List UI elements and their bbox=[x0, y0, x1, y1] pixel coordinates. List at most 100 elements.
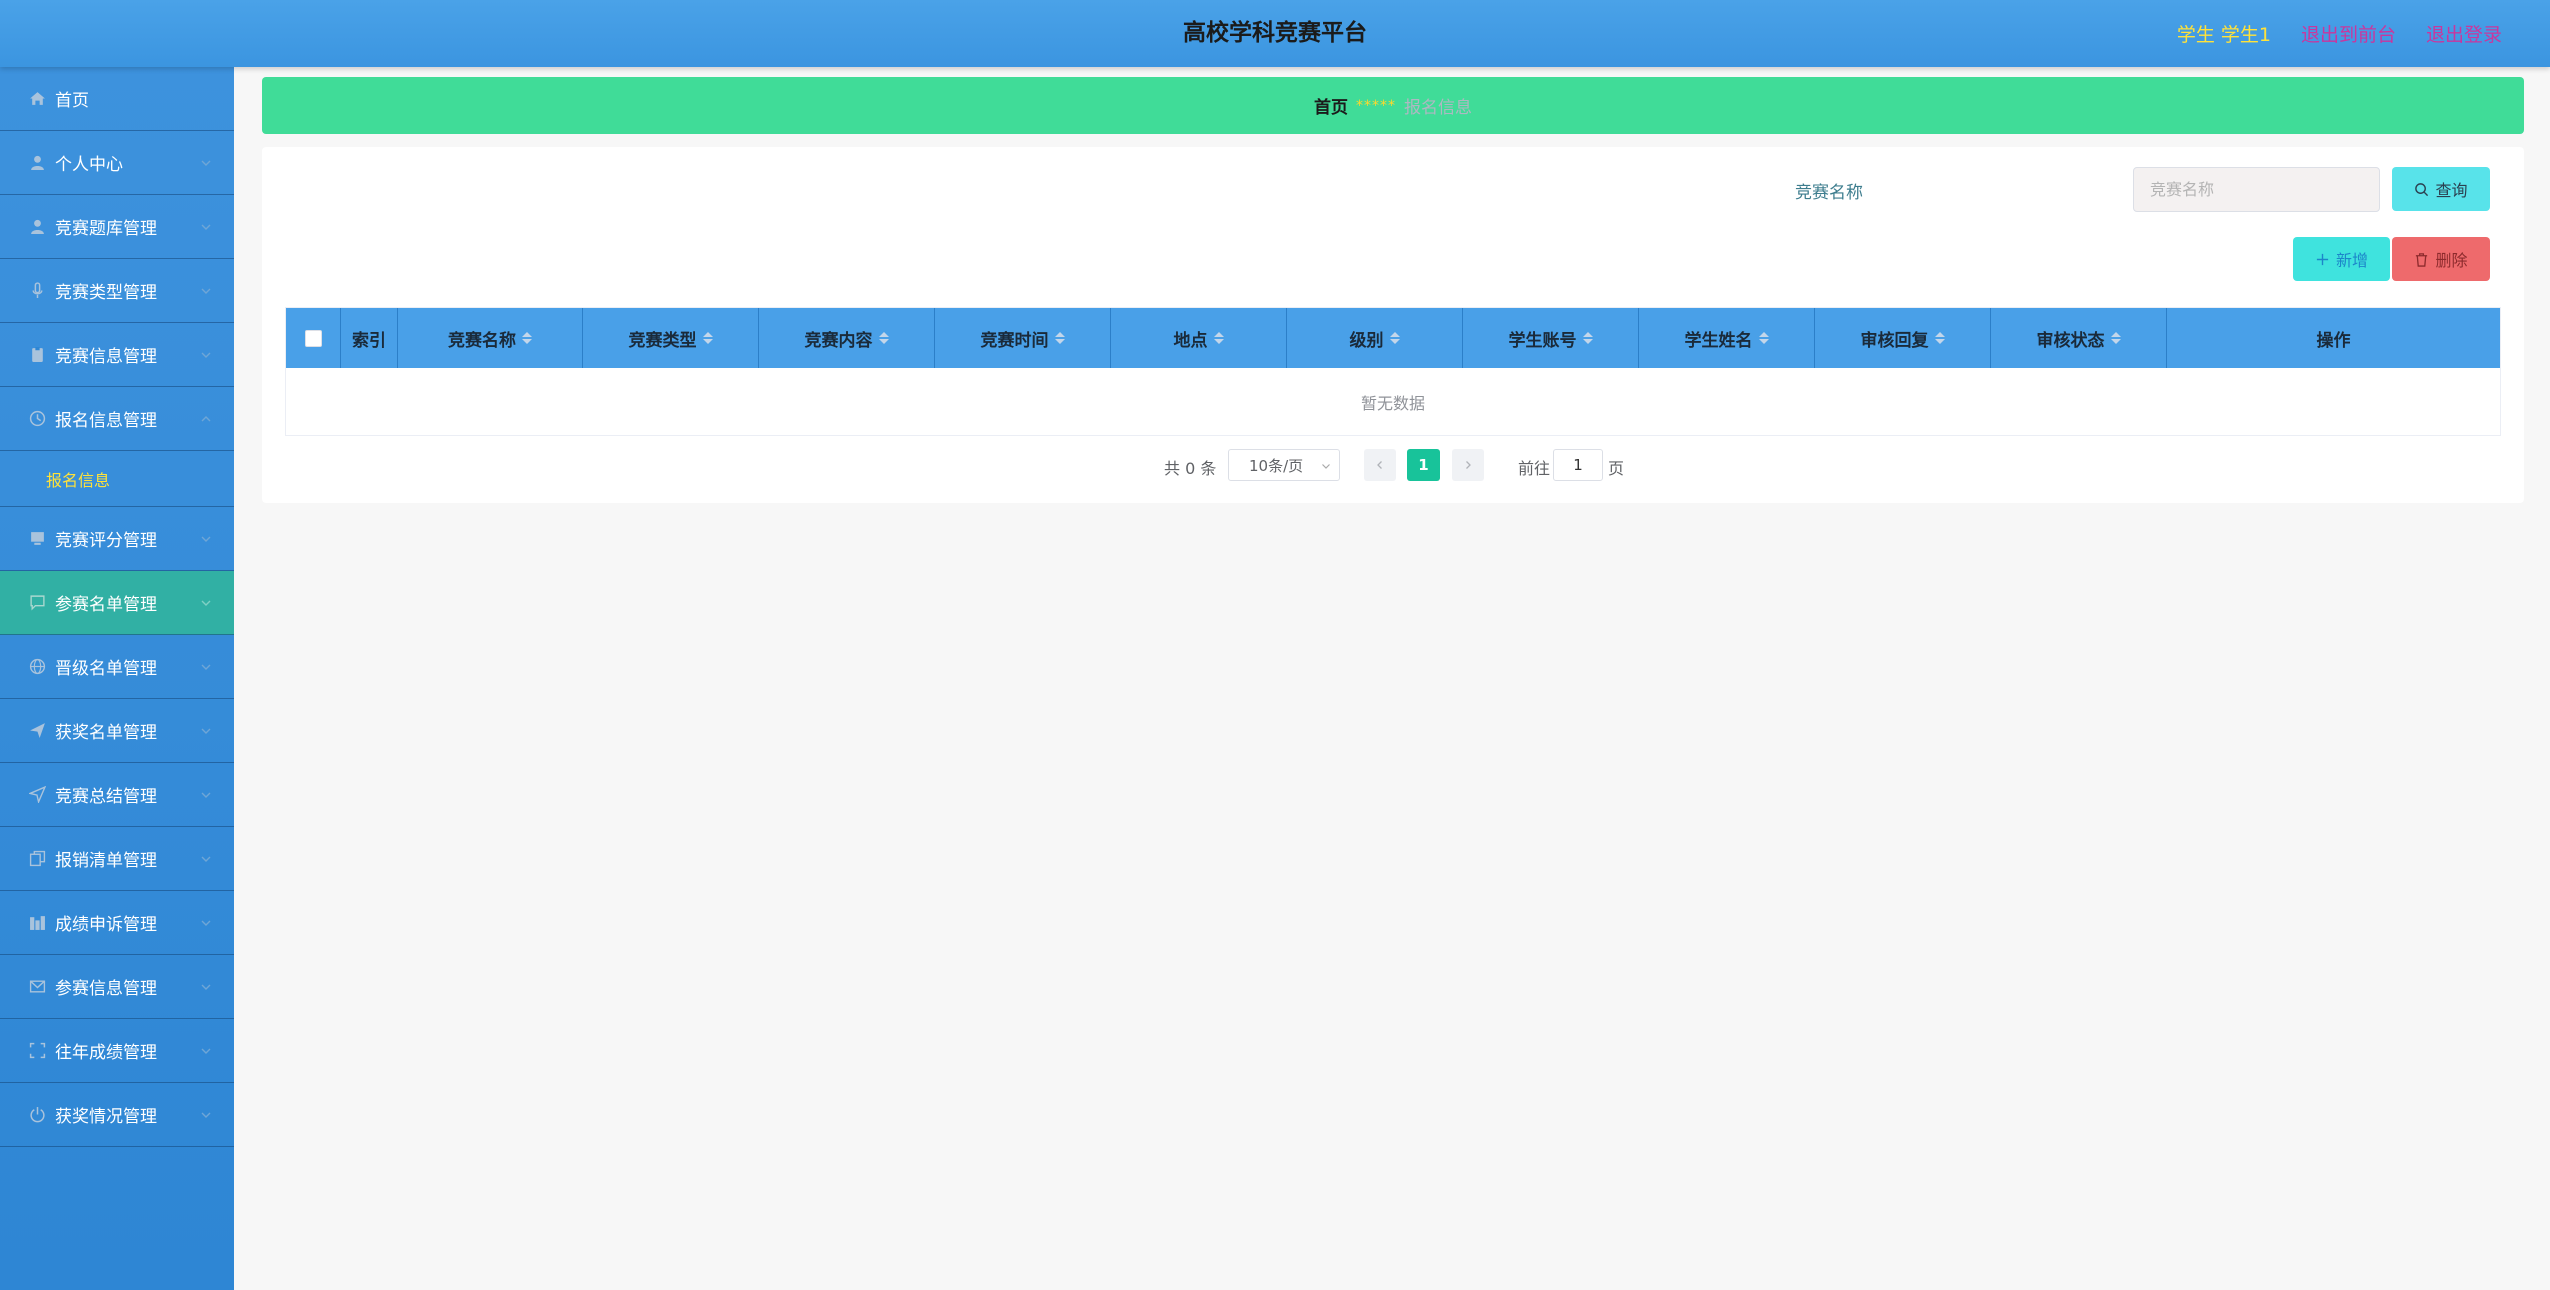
delete-button-label: 删除 bbox=[2435, 253, 2468, 270]
breadcrumb-current: 报名信息 bbox=[1404, 98, 1472, 118]
goto-label: 前往 bbox=[1518, 459, 1551, 478]
breadcrumb-home[interactable]: 首页 bbox=[1314, 93, 1348, 118]
sidebar-item-label: 获奖情况管理 bbox=[55, 1107, 157, 1127]
sidebar-item-label: 报销清单管理 bbox=[55, 851, 157, 871]
sidebar-item-scoring[interactable]: 竞赛评分管理 bbox=[0, 507, 234, 571]
chevron-down-icon bbox=[201, 984, 211, 990]
home-icon bbox=[28, 90, 46, 108]
chevron-down-icon bbox=[201, 352, 211, 358]
sidebar-item-question-bank[interactable]: 竞赛题库管理 bbox=[0, 195, 234, 259]
chevron-down-icon bbox=[201, 224, 211, 230]
search-label: 竞赛名称 bbox=[1795, 183, 1863, 203]
chevron-down-icon bbox=[201, 664, 211, 670]
query-button[interactable]: 查询 bbox=[2392, 167, 2490, 211]
user-icon bbox=[28, 154, 46, 172]
column-header[interactable]: 审核回复 bbox=[1815, 308, 1991, 368]
chevron-down-icon bbox=[201, 288, 211, 294]
competition-name-search-input[interactable] bbox=[2133, 167, 2380, 212]
chevron-right-icon bbox=[1466, 461, 1471, 469]
top-header: 高校学科竞赛平台 学生 学生1 退出到前台 退出登录 bbox=[0, 0, 2550, 67]
chevron-down-icon bbox=[201, 728, 211, 734]
sidebar-item-label: 首页 bbox=[55, 91, 89, 111]
data-table: 索引 竞赛名称 竞赛类型 竞赛内容 竞赛时间 地点 级别 学生账号 学生姓名 审… bbox=[285, 307, 2501, 436]
column-header[interactable]: 级别 bbox=[1287, 308, 1463, 368]
chevron-down-icon bbox=[201, 792, 211, 798]
column-header[interactable]: 地点 bbox=[1111, 308, 1287, 368]
column-header[interactable]: 学生账号 bbox=[1463, 308, 1639, 368]
sidebar-item-label: 成绩申诉管理 bbox=[55, 915, 157, 935]
select-all-checkbox[interactable] bbox=[304, 329, 322, 347]
sort-icon[interactable] bbox=[1758, 332, 1769, 344]
sort-icon[interactable] bbox=[1582, 332, 1593, 344]
chevron-down-icon bbox=[201, 600, 211, 606]
add-button-label: 新增 bbox=[2335, 253, 2368, 270]
next-page-button[interactable] bbox=[1452, 449, 1484, 481]
sort-icon[interactable] bbox=[1054, 332, 1065, 344]
query-button-label: 查询 bbox=[2435, 183, 2468, 200]
chevron-down-icon bbox=[201, 1048, 211, 1054]
sort-icon[interactable] bbox=[2110, 332, 2121, 344]
column-header[interactable]: 竞赛类型 bbox=[583, 308, 759, 368]
sidebar-item-grade-appeal[interactable]: 成绩申诉管理 bbox=[0, 891, 234, 955]
sidebar: 首页 个人中心 竞赛题库管理 竞赛类型管理 竞赛信息管理 报名信息管理 报名信息… bbox=[0, 67, 234, 1290]
mail-icon bbox=[28, 978, 46, 996]
location-icon bbox=[28, 786, 46, 804]
logout-link[interactable]: 退出登录 bbox=[2426, 20, 2502, 47]
sidebar-item-award-list[interactable]: 获奖名单管理 bbox=[0, 699, 234, 763]
sidebar-item-past-grades[interactable]: 往年成绩管理 bbox=[0, 1019, 234, 1083]
sort-icon[interactable] bbox=[1934, 332, 1945, 344]
sidebar-item-label: 竞赛评分管理 bbox=[55, 531, 157, 551]
sort-icon[interactable] bbox=[878, 332, 889, 344]
select-all-header bbox=[286, 308, 341, 368]
chevron-left-icon bbox=[1377, 461, 1382, 469]
clock-icon bbox=[28, 410, 46, 428]
column-header[interactable]: 竞赛时间 bbox=[935, 308, 1111, 368]
page-size-value: 10条/页 bbox=[1249, 456, 1304, 475]
column-header[interactable]: 竞赛内容 bbox=[759, 308, 935, 368]
sidebar-item-advancement-list[interactable]: 晋级名单管理 bbox=[0, 635, 234, 699]
prev-page-button[interactable] bbox=[1364, 449, 1396, 481]
sort-icon[interactable] bbox=[1389, 332, 1400, 344]
copy-icon bbox=[28, 850, 46, 868]
column-header[interactable]: 学生姓名 bbox=[1639, 308, 1815, 368]
chevron-down-icon bbox=[1322, 464, 1330, 469]
sidebar-item-label: 参赛名单管理 bbox=[55, 595, 157, 615]
delete-button[interactable]: 删除 bbox=[2392, 237, 2490, 281]
sidebar-item-award-status[interactable]: 获奖情况管理 bbox=[0, 1083, 234, 1147]
goto-suffix: 页 bbox=[1608, 459, 1625, 478]
sidebar-item-label: 报名信息管理 bbox=[55, 411, 157, 431]
column-header[interactable]: 竞赛名称 bbox=[398, 308, 583, 368]
sidebar-item-competition-info[interactable]: 竞赛信息管理 bbox=[0, 323, 234, 387]
column-header[interactable]: 审核状态 bbox=[1991, 308, 2167, 368]
sidebar-item-reimbursement[interactable]: 报销清单管理 bbox=[0, 827, 234, 891]
goto-page-input[interactable] bbox=[1553, 449, 1603, 481]
app-title: 高校学科竞赛平台 bbox=[1183, 20, 1367, 46]
fullscreen-icon bbox=[28, 1042, 46, 1060]
sidebar-item-home[interactable]: 首页 bbox=[0, 67, 234, 131]
sidebar-item-registration[interactable]: 报名信息管理 bbox=[0, 387, 234, 451]
sort-icon[interactable] bbox=[1213, 332, 1224, 344]
current-user: 学生 学生1 bbox=[2176, 24, 2271, 46]
sidebar-item-personal-center[interactable]: 个人中心 bbox=[0, 131, 234, 195]
sort-icon[interactable] bbox=[702, 332, 713, 344]
sidebar-item-label: 竞赛题库管理 bbox=[55, 219, 157, 239]
exit-to-front-link[interactable]: 退出到前台 bbox=[2301, 20, 2396, 47]
sidebar-item-competition-type[interactable]: 竞赛类型管理 bbox=[0, 259, 234, 323]
chevron-up-icon bbox=[201, 416, 211, 422]
message-icon bbox=[28, 594, 46, 612]
sidebar-item-label: 竞赛信息管理 bbox=[55, 347, 157, 367]
page-number-active[interactable]: 1 bbox=[1407, 449, 1440, 481]
add-button[interactable]: 新增 bbox=[2293, 237, 2390, 281]
sort-icon[interactable] bbox=[522, 332, 532, 344]
sidebar-item-label: 竞赛总结管理 bbox=[55, 787, 157, 807]
plus-icon bbox=[2316, 253, 2329, 265]
trash-icon bbox=[2416, 252, 2428, 267]
sidebar-item-participation-info[interactable]: 参赛信息管理 bbox=[0, 955, 234, 1019]
sidebar-item-label: 获奖名单管理 bbox=[55, 723, 157, 743]
sidebar-item-summary[interactable]: 竞赛总结管理 bbox=[0, 763, 234, 827]
page-size-select[interactable]: 10条/页 bbox=[1228, 449, 1340, 481]
sidebar-item-participant-list[interactable]: 参赛名单管理 bbox=[0, 571, 234, 635]
user-icon bbox=[28, 218, 46, 236]
sidebar-subitem-registration-info[interactable]: 报名信息 bbox=[0, 451, 234, 507]
empty-state: 暂无数据 bbox=[1360, 393, 1425, 413]
